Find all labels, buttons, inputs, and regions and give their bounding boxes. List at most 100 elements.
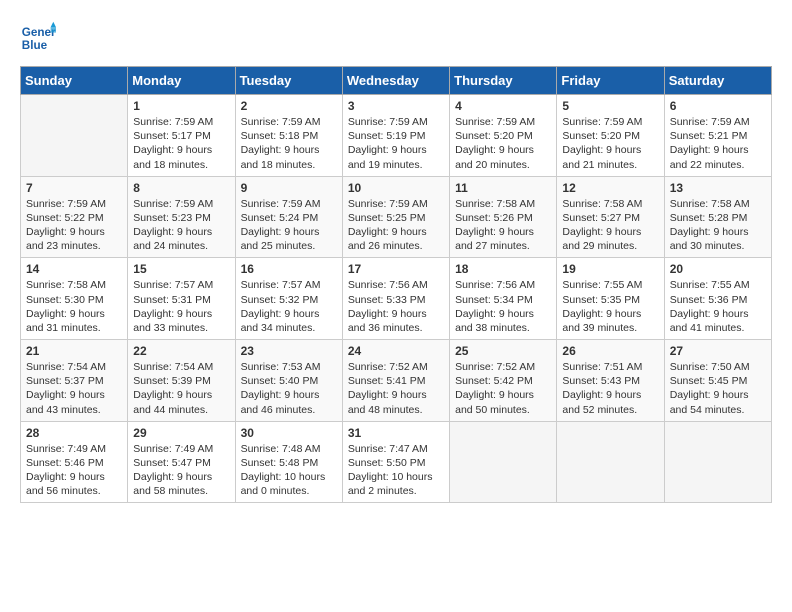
calendar-cell: 26Sunrise: 7:51 AMSunset: 5:43 PMDayligh…	[557, 340, 664, 422]
calendar-cell: 2Sunrise: 7:59 AMSunset: 5:18 PMDaylight…	[235, 95, 342, 177]
cell-line: and 22 minutes.	[670, 158, 766, 172]
calendar-cell: 8Sunrise: 7:59 AMSunset: 5:23 PMDaylight…	[128, 176, 235, 258]
cell-line: Sunset: 5:24 PM	[241, 211, 337, 225]
day-number: 27	[670, 344, 766, 358]
day-number: 15	[133, 262, 229, 276]
header-cell-saturday: Saturday	[664, 67, 771, 95]
cell-line: Sunrise: 7:56 AM	[348, 278, 444, 292]
calendar-cell: 14Sunrise: 7:58 AMSunset: 5:30 PMDayligh…	[21, 258, 128, 340]
calendar-cell: 7Sunrise: 7:59 AMSunset: 5:22 PMDaylight…	[21, 176, 128, 258]
cell-line: and 0 minutes.	[241, 484, 337, 498]
day-number: 10	[348, 181, 444, 195]
cell-line: Sunset: 5:50 PM	[348, 456, 444, 470]
cell-line: and 52 minutes.	[562, 403, 658, 417]
day-number: 3	[348, 99, 444, 113]
cell-line: and 26 minutes.	[348, 239, 444, 253]
week-row-0: 1Sunrise: 7:59 AMSunset: 5:17 PMDaylight…	[21, 95, 772, 177]
cell-line: Sunrise: 7:52 AM	[455, 360, 551, 374]
calendar-cell: 25Sunrise: 7:52 AMSunset: 5:42 PMDayligh…	[450, 340, 557, 422]
cell-line: Sunrise: 7:48 AM	[241, 442, 337, 456]
cell-line: Sunset: 5:30 PM	[26, 293, 122, 307]
logo: General Blue	[20, 20, 62, 56]
cell-line: Sunset: 5:22 PM	[26, 211, 122, 225]
cell-line: Sunset: 5:47 PM	[133, 456, 229, 470]
calendar-cell	[664, 421, 771, 503]
cell-line: Sunrise: 7:53 AM	[241, 360, 337, 374]
day-number: 17	[348, 262, 444, 276]
cell-line: Daylight: 9 hours	[241, 225, 337, 239]
cell-line: and 31 minutes.	[26, 321, 122, 335]
day-number: 26	[562, 344, 658, 358]
calendar-cell: 18Sunrise: 7:56 AMSunset: 5:34 PMDayligh…	[450, 258, 557, 340]
day-number: 20	[670, 262, 766, 276]
cell-line: Sunset: 5:39 PM	[133, 374, 229, 388]
calendar-cell: 23Sunrise: 7:53 AMSunset: 5:40 PMDayligh…	[235, 340, 342, 422]
cell-line: and 44 minutes.	[133, 403, 229, 417]
day-number: 19	[562, 262, 658, 276]
cell-line: Sunset: 5:45 PM	[670, 374, 766, 388]
cell-line: and 43 minutes.	[26, 403, 122, 417]
day-number: 2	[241, 99, 337, 113]
cell-line: Daylight: 9 hours	[562, 143, 658, 157]
cell-line: and 30 minutes.	[670, 239, 766, 253]
calendar-cell: 1Sunrise: 7:59 AMSunset: 5:17 PMDaylight…	[128, 95, 235, 177]
cell-line: and 36 minutes.	[348, 321, 444, 335]
cell-line: and 54 minutes.	[670, 403, 766, 417]
calendar-cell	[557, 421, 664, 503]
day-number: 7	[26, 181, 122, 195]
calendar-cell: 28Sunrise: 7:49 AMSunset: 5:46 PMDayligh…	[21, 421, 128, 503]
cell-line: Sunrise: 7:57 AM	[241, 278, 337, 292]
cell-line: Sunrise: 7:59 AM	[455, 115, 551, 129]
day-number: 29	[133, 426, 229, 440]
cell-line: Sunrise: 7:59 AM	[348, 115, 444, 129]
calendar-cell: 9Sunrise: 7:59 AMSunset: 5:24 PMDaylight…	[235, 176, 342, 258]
cell-line: Sunset: 5:41 PM	[348, 374, 444, 388]
day-number: 16	[241, 262, 337, 276]
cell-line: and 46 minutes.	[241, 403, 337, 417]
calendar-cell: 15Sunrise: 7:57 AMSunset: 5:31 PMDayligh…	[128, 258, 235, 340]
header-cell-monday: Monday	[128, 67, 235, 95]
calendar-table: SundayMondayTuesdayWednesdayThursdayFrid…	[20, 66, 772, 503]
cell-line: Sunset: 5:43 PM	[562, 374, 658, 388]
day-number: 13	[670, 181, 766, 195]
cell-line: Daylight: 10 hours	[241, 470, 337, 484]
cell-line: Sunset: 5:48 PM	[241, 456, 337, 470]
cell-line: Sunset: 5:31 PM	[133, 293, 229, 307]
cell-line: Daylight: 9 hours	[133, 307, 229, 321]
cell-line: Daylight: 9 hours	[133, 143, 229, 157]
cell-line: and 41 minutes.	[670, 321, 766, 335]
svg-text:Blue: Blue	[22, 39, 48, 52]
cell-line: Sunset: 5:42 PM	[455, 374, 551, 388]
cell-line: Sunrise: 7:58 AM	[455, 197, 551, 211]
day-number: 24	[348, 344, 444, 358]
cell-line: Sunrise: 7:54 AM	[26, 360, 122, 374]
cell-line: Sunset: 5:17 PM	[133, 129, 229, 143]
cell-line: Sunset: 5:19 PM	[348, 129, 444, 143]
cell-line: Sunrise: 7:47 AM	[348, 442, 444, 456]
day-number: 21	[26, 344, 122, 358]
day-number: 11	[455, 181, 551, 195]
calendar-cell: 29Sunrise: 7:49 AMSunset: 5:47 PMDayligh…	[128, 421, 235, 503]
cell-line: Sunrise: 7:56 AM	[455, 278, 551, 292]
cell-line: Daylight: 9 hours	[670, 225, 766, 239]
calendar-cell: 21Sunrise: 7:54 AMSunset: 5:37 PMDayligh…	[21, 340, 128, 422]
day-number: 12	[562, 181, 658, 195]
cell-line: Sunset: 5:40 PM	[241, 374, 337, 388]
cell-line: Sunset: 5:25 PM	[348, 211, 444, 225]
cell-line: Daylight: 9 hours	[670, 143, 766, 157]
cell-line: Sunrise: 7:59 AM	[133, 115, 229, 129]
cell-line: and 25 minutes.	[241, 239, 337, 253]
calendar-cell: 4Sunrise: 7:59 AMSunset: 5:20 PMDaylight…	[450, 95, 557, 177]
week-row-2: 14Sunrise: 7:58 AMSunset: 5:30 PMDayligh…	[21, 258, 772, 340]
cell-line: Sunset: 5:20 PM	[562, 129, 658, 143]
cell-line: Sunset: 5:26 PM	[455, 211, 551, 225]
calendar-cell: 17Sunrise: 7:56 AMSunset: 5:33 PMDayligh…	[342, 258, 449, 340]
cell-line: Daylight: 9 hours	[348, 388, 444, 402]
cell-line: Daylight: 9 hours	[26, 388, 122, 402]
cell-line: Sunset: 5:46 PM	[26, 456, 122, 470]
cell-line: Sunset: 5:27 PM	[562, 211, 658, 225]
cell-line: Sunset: 5:36 PM	[670, 293, 766, 307]
calendar-header: SundayMondayTuesdayWednesdayThursdayFrid…	[21, 67, 772, 95]
header-cell-thursday: Thursday	[450, 67, 557, 95]
calendar-cell: 31Sunrise: 7:47 AMSunset: 5:50 PMDayligh…	[342, 421, 449, 503]
